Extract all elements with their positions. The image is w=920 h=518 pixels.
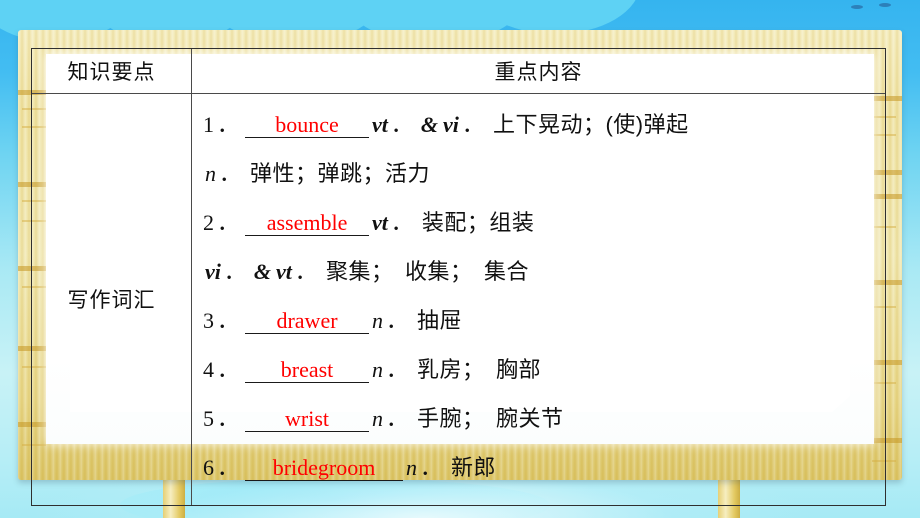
part-of-speech-2: vt: [276, 259, 292, 284]
answer-blank[interactable]: bridegroom: [245, 456, 404, 482]
item-number: 1: [203, 112, 214, 137]
part-of-speech: n: [372, 357, 384, 382]
part-of-speech-2: vi: [443, 112, 459, 137]
table-row: 4 ． breast n ． 乳房； 胸部: [203, 352, 885, 401]
table-row: 3 ． drawer n ． 抽屉: [203, 303, 885, 352]
item-number: 5: [203, 406, 214, 431]
part-of-speech: vt: [372, 210, 388, 235]
table-header-left: 知识要点: [67, 60, 156, 84]
table-header-right: 重点内容: [494, 60, 583, 84]
answer-blank[interactable]: wrist: [245, 407, 370, 433]
table-row: vi ． & vt ． 聚集； 收集； 集合: [203, 254, 885, 303]
table-row: 5 ． wrist n ． 手腕； 腕关节: [203, 401, 885, 450]
part-of-speech: n: [372, 308, 384, 333]
table-content-cell: 1 ． bounce vt ． & vi ． 上下晃动；(使)弹起 n ． 弹性…: [192, 93, 885, 505]
part-of-speech: vi: [205, 259, 221, 284]
meaning-text: 聚集； 收集； 集合: [325, 259, 529, 284]
table-row: 6 ． bridegroom n ． 新郎: [203, 450, 885, 499]
meaning-text: 装配；组装: [421, 210, 535, 235]
slide-stage: 知识要点 重点内容 写作词汇 1 ． bounce vt ． & vi ． 上下…: [0, 0, 920, 518]
meaning-text: 新郎: [451, 455, 497, 480]
part-of-speech: vt: [372, 112, 388, 137]
item-number: 2: [203, 210, 214, 235]
bird-icon: [851, 5, 863, 9]
answer-blank[interactable]: drawer: [245, 309, 370, 335]
meaning-text: 上下晃动；(使)弹起: [492, 112, 689, 137]
answer-blank[interactable]: assemble: [245, 211, 370, 237]
pos-dot: ．: [219, 161, 242, 186]
table-category-cell: 写作词汇: [67, 288, 156, 312]
item-number: 3: [203, 308, 214, 333]
item-number-dot: ．: [217, 455, 240, 480]
meaning-text: 手腕； 腕关节: [417, 406, 564, 431]
meaning-text: 抽屉: [417, 308, 463, 333]
table-row: 2 ． assemble vt ． 装配；组装: [203, 205, 885, 254]
pos-dot-2: ．: [294, 259, 317, 284]
pos-dot: ．: [390, 112, 413, 137]
item-number-dot: ．: [217, 308, 240, 333]
bird-icon: [879, 3, 891, 7]
part-of-speech: n: [205, 161, 216, 186]
pos-dot: ．: [420, 455, 443, 480]
conjunction: &: [253, 259, 272, 284]
item-number: 4: [203, 357, 214, 382]
pos-dot: ．: [386, 308, 409, 333]
pos-dot: ．: [386, 357, 409, 382]
meaning-text: 弹性；弹跳；活力: [250, 161, 431, 186]
pos-dot: ．: [223, 259, 246, 284]
meaning-text: 乳房； 胸部: [417, 357, 542, 382]
item-number-dot: ．: [217, 406, 240, 431]
conjunction: &: [420, 112, 439, 137]
table-row: n ． 弹性；弹跳；活力: [203, 156, 885, 205]
item-number-dot: ．: [217, 210, 240, 235]
knowledge-table: 知识要点 重点内容 写作词汇 1 ． bounce vt ． & vi ． 上下…: [31, 48, 886, 506]
part-of-speech: n: [406, 455, 418, 480]
pos-dot-2: ．: [461, 112, 484, 137]
item-number-dot: ．: [217, 112, 240, 137]
table-row: 1 ． bounce vt ． & vi ． 上下晃动；(使)弹起: [203, 107, 885, 156]
part-of-speech: n: [372, 406, 384, 431]
item-number-dot: ．: [217, 357, 240, 382]
answer-blank[interactable]: breast: [245, 358, 370, 384]
pos-dot: ．: [386, 406, 409, 431]
item-number: 6: [203, 455, 214, 480]
pos-dot: ．: [390, 210, 413, 235]
answer-blank[interactable]: bounce: [245, 113, 370, 139]
